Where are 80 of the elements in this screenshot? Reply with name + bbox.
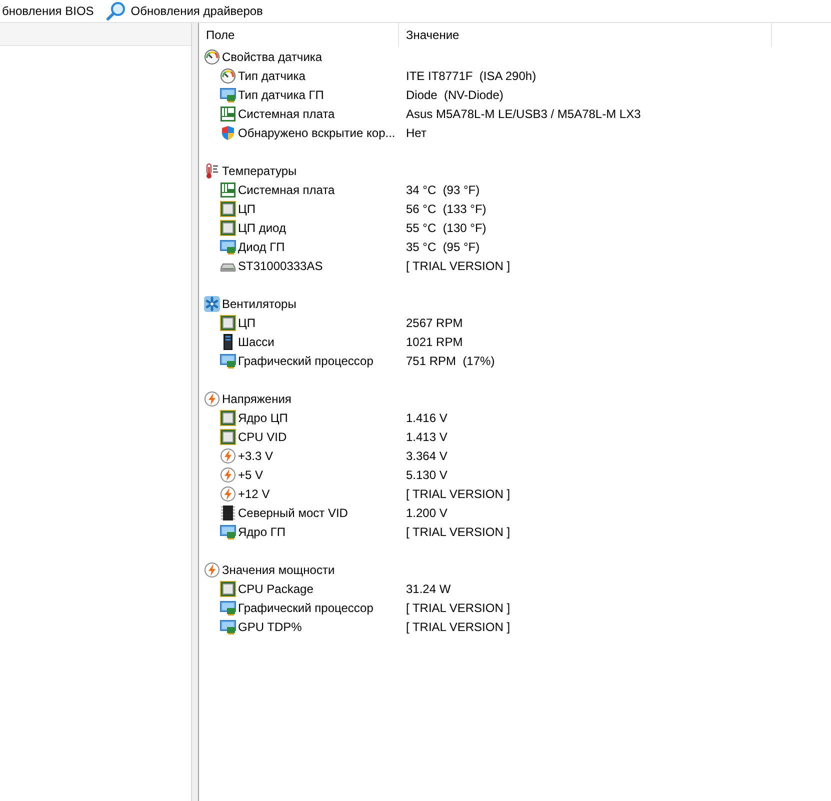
bolt-icon xyxy=(204,562,220,578)
field-label: Тип датчика ГП xyxy=(238,88,324,102)
field-label: +12 V xyxy=(238,486,270,500)
field-value: 3.364 V xyxy=(406,448,448,462)
field-label: Графический процессор xyxy=(238,600,374,614)
field-label: Северный мост VID xyxy=(238,506,348,520)
monitor-icon xyxy=(220,238,236,254)
group-title: Свойства датчика xyxy=(222,50,322,64)
field-label: GPU TDP% xyxy=(238,620,302,634)
chip-icon xyxy=(220,580,236,596)
field-value: [ TRIAL VERSION ] xyxy=(406,600,510,614)
field-value: 1.413 V xyxy=(406,430,448,444)
toolbar-button[interactable]: Обновления драйверов xyxy=(104,1,265,21)
field-value: [ TRIAL VERSION ] xyxy=(406,486,510,500)
column-header[interactable]: Поле xyxy=(199,23,399,47)
splitter-bar[interactable] xyxy=(192,23,199,801)
field-label: Ядро ЦП xyxy=(238,410,288,424)
group-title: Значения мощности xyxy=(222,562,335,576)
field-value: [ TRIAL VERSION ] xyxy=(406,258,510,272)
field-value: [ TRIAL VERSION ] xyxy=(406,524,510,538)
field-label: Графический процессор xyxy=(238,354,374,368)
chip-icon xyxy=(220,200,236,216)
field-value: 751 RPM (17%) xyxy=(406,354,495,368)
field-label: CPU Package xyxy=(238,582,314,596)
field-label: +5 V xyxy=(238,468,264,482)
motherboard-icon xyxy=(220,106,236,122)
field-value: 56 °C (133 °F) xyxy=(406,202,486,216)
column-header[interactable]: Значение xyxy=(399,23,772,47)
chip-icon xyxy=(220,220,236,236)
memory-chip-icon xyxy=(220,504,236,520)
shield-icon xyxy=(220,124,236,140)
monitor-icon xyxy=(220,86,236,102)
thermometer-icon xyxy=(204,162,220,178)
field-value: Asus M5A78L-M LE/USB3 / M5A78L-M LX3 xyxy=(406,106,641,120)
bolt-icon xyxy=(220,448,236,464)
monitor-icon xyxy=(220,600,236,616)
field-value: 2567 RPM xyxy=(406,316,463,330)
field-value: ITE IT8771F (ISA 290h) xyxy=(406,68,536,82)
chip-icon xyxy=(220,410,236,426)
field-value: 1.200 V xyxy=(406,506,448,520)
monitor-icon xyxy=(220,618,236,634)
gauge-icon xyxy=(204,48,220,64)
group-title: Вентиляторы xyxy=(222,296,296,310)
field-label: Ядро ГП xyxy=(238,524,286,538)
field-value: 5.130 V xyxy=(406,468,448,482)
fan-icon xyxy=(204,296,220,312)
field-label: Диод ГП xyxy=(238,240,285,254)
bolt-icon xyxy=(220,466,236,482)
field-value: 31.24 W xyxy=(406,582,451,596)
field-label: ЦП диод xyxy=(238,220,286,234)
field-label: Системная плата xyxy=(238,106,335,120)
chip-icon xyxy=(220,314,236,330)
field-label: CPU VID xyxy=(238,430,287,444)
field-value: 1021 RPM xyxy=(406,334,463,348)
field-value: Diode (NV-Diode) xyxy=(406,88,504,102)
field-label: +3.3 V xyxy=(238,448,274,462)
field-label: Обнаружено вскрытие кор... xyxy=(238,126,396,140)
field-value: 34 °C (93 °F) xyxy=(406,182,480,196)
gauge-icon xyxy=(220,68,236,84)
field-label: Шасси xyxy=(238,334,274,348)
chip-icon xyxy=(220,428,236,444)
group-title: Температуры xyxy=(222,164,297,178)
field-label: ЦП xyxy=(238,202,256,216)
monitor-icon xyxy=(220,352,236,368)
bolt-icon xyxy=(204,390,220,406)
field-label: ЦП xyxy=(238,316,256,330)
field-value: 35 °C (95 °F) xyxy=(406,240,480,254)
search-icon xyxy=(106,1,126,21)
field-value: 1.416 V xyxy=(406,410,448,424)
field-value: Нет xyxy=(406,126,426,140)
field-value: [ TRIAL VERSION ] xyxy=(406,620,510,634)
field-label: ST31000333AS xyxy=(238,258,323,272)
group-title: Напряжения xyxy=(222,392,292,406)
field-label: Тип датчика xyxy=(238,68,306,82)
field-label: Системная плата xyxy=(238,182,335,196)
field-value: 55 °C (130 °F) xyxy=(406,220,486,234)
bolt-icon xyxy=(220,486,236,502)
toolbar-button[interactable]: бновления BIOS xyxy=(0,1,96,21)
monitor-icon xyxy=(220,524,236,540)
motherboard-icon xyxy=(220,182,236,198)
